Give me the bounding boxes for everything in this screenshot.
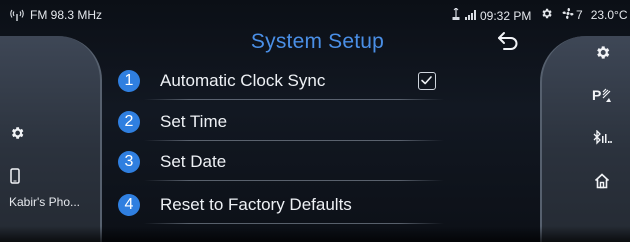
infotainment-screen: FM 98.3 MHz 09:32 PM 7 23.0°C Kabir's Ph…: [0, 0, 630, 242]
back-arrow-icon: [496, 32, 520, 56]
menu-item-reset-factory-defaults[interactable]: 4 Reset to Factory Defaults: [114, 186, 444, 224]
row-divider: [144, 99, 444, 100]
gear-icon: [594, 46, 611, 65]
connected-phone-name[interactable]: Kabir's Pho...: [9, 195, 93, 209]
bluetooth-icon: [592, 129, 612, 150]
item-number-badge: 3: [118, 151, 140, 173]
left-settings-button[interactable]: [9, 125, 25, 146]
connectivity-status: 09:32 PM: [451, 7, 532, 23]
climate-status[interactable]: 7 23.0°C: [540, 7, 628, 23]
radio-status[interactable]: FM 98.3 MHz: [10, 8, 102, 22]
radio-frequency: FM 98.3 MHz: [30, 8, 103, 22]
item-label: Automatic Clock Sync: [160, 71, 326, 90]
fan-speed-value: 7: [576, 8, 583, 22]
row-divider: [144, 223, 444, 224]
fan-speed: 7: [561, 7, 583, 23]
status-bar: FM 98.3 MHz 09:32 PM 7 23.0°C: [0, 0, 630, 28]
row-divider: [144, 140, 444, 141]
ac-icon: [540, 7, 553, 23]
menu-item-set-time[interactable]: 2 Set Time: [114, 103, 444, 141]
usb-icon: [451, 7, 461, 23]
bottom-fade: [0, 226, 630, 242]
back-button[interactable]: [496, 30, 522, 54]
parking-sensor-button[interactable]: P: [592, 86, 612, 109]
left-phone-button[interactable]: [10, 168, 20, 189]
item-number-badge: 4: [118, 194, 140, 216]
item-number-badge: 1: [118, 70, 140, 92]
row-divider: [144, 180, 444, 181]
temperature-value: 23.0°C: [590, 8, 628, 22]
item-label: Reset to Factory Defaults: [160, 195, 352, 214]
page-title: System Setup: [250, 30, 385, 53]
home-icon: [594, 173, 610, 193]
gear-icon: [9, 127, 25, 145]
bluetooth-audio-button[interactable]: [592, 129, 612, 151]
right-side-panel: [540, 36, 630, 242]
clock-time: 09:32 PM: [480, 8, 532, 23]
signal-icon: [465, 9, 476, 23]
fan-icon: [561, 7, 575, 23]
item-number-badge: 2: [118, 111, 140, 133]
item-label: Set Time: [160, 112, 228, 131]
menu-item-automatic-clock-sync[interactable]: 1 Automatic Clock Sync: [114, 62, 444, 100]
svg-text:P: P: [592, 87, 601, 103]
clock-sync-checkbox[interactable]: [418, 72, 436, 90]
phone-icon: [10, 168, 20, 188]
right-settings-button[interactable]: [594, 44, 611, 66]
parking-sensor-icon: P: [592, 87, 612, 108]
menu-item-set-date[interactable]: 3 Set Date: [114, 143, 444, 181]
home-button[interactable]: [594, 173, 610, 194]
antenna-icon: [10, 9, 24, 21]
item-label: Set Date: [160, 152, 227, 171]
